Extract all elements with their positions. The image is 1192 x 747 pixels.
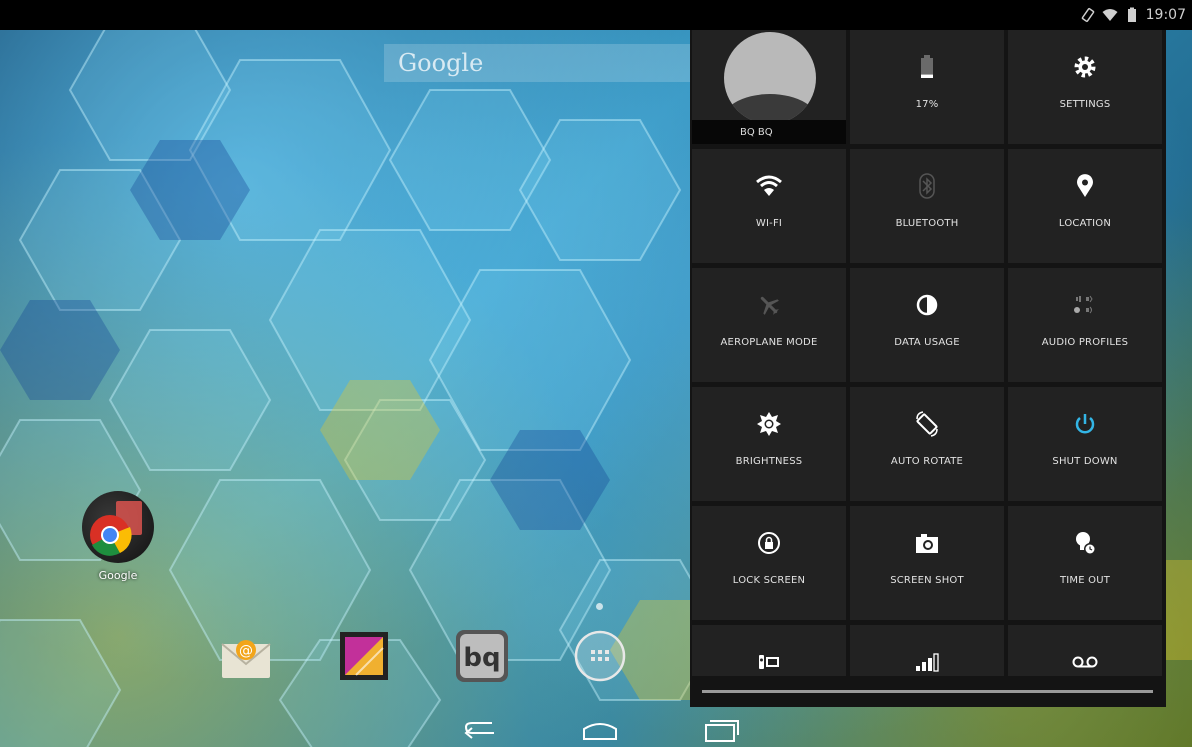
brightness-tile[interactable]: BRIGHTNESS <box>692 387 846 501</box>
wifi-tile[interactable]: WI-FI <box>692 149 846 263</box>
audio-profiles-label: AUDIO PROFILES <box>1041 337 1129 348</box>
all-apps-icon <box>574 630 626 682</box>
user-tile[interactable]: BQ BQ <box>692 30 846 144</box>
user-avatar <box>724 32 816 124</box>
status-bar: 19:07 <box>0 0 1192 30</box>
chrome-icon <box>90 501 142 556</box>
aeroplane-mode-tile[interactable]: AEROPLANE MODE <box>692 268 846 382</box>
wifi-icon <box>1102 7 1118 23</box>
quick-settings-panel: BQ BQ 17% SETTINGS WI-FI BLUETOOTH LOCAT… <box>690 30 1166 707</box>
data-usage-tile[interactable]: DATA USAGE <box>850 268 1004 382</box>
bluetooth-label: BLUETOOTH <box>895 218 959 229</box>
data-usage-icon <box>914 292 940 318</box>
quick-settings-drag-handle[interactable] <box>702 690 1153 693</box>
time-out-tile[interactable]: TIME OUT <box>1008 506 1162 620</box>
airplane-icon <box>756 292 782 318</box>
audio-profiles-tile[interactable]: AUDIO PROFILES <box>1008 268 1162 382</box>
svg-text:bq: bq <box>463 643 500 673</box>
battery-icon <box>1124 7 1140 23</box>
battery-tile[interactable]: 17% <box>850 30 1004 144</box>
bq-icon: bq <box>456 630 508 682</box>
battery-status-icon <box>914 54 940 80</box>
screen-shot-label: SCREEN SHOT <box>890 575 964 586</box>
gallery-app[interactable] <box>336 628 392 684</box>
google-search-bar[interactable]: Google <box>384 44 694 82</box>
gear-icon <box>1072 54 1098 80</box>
screen-shot-tile[interactable]: SCREEN SHOT <box>850 506 1004 620</box>
battery-label: 17% <box>915 99 939 110</box>
flashlight-screen-icon <box>756 649 782 675</box>
status-time: 19:07 <box>1145 7 1186 23</box>
user-name-strip: BQ BQ <box>692 120 846 144</box>
recents-button[interactable] <box>702 715 742 743</box>
auto-rotate-label: AUTO ROTATE <box>890 456 964 467</box>
aeroplane-mode-label: AEROPLANE MODE <box>720 337 818 348</box>
auto-rotate-tile[interactable]: AUTO ROTATE <box>850 387 1004 501</box>
shut-down-tile[interactable]: SHUT DOWN <box>1008 387 1162 501</box>
shut-down-label: SHUT DOWN <box>1052 456 1118 467</box>
data-usage-label: DATA USAGE <box>894 337 960 348</box>
bluetooth-icon <box>914 173 940 199</box>
timeout-bulb-icon <box>1072 530 1098 556</box>
wifi-tile-icon <box>756 173 782 199</box>
back-icon <box>464 722 494 739</box>
google-search-label: Google <box>398 49 484 77</box>
svg-text:@: @ <box>239 643 253 659</box>
voicemail-icon <box>1072 649 1098 675</box>
power-icon <box>1072 411 1098 437</box>
gallery-icon <box>340 632 388 680</box>
location-tile[interactable]: LOCATION <box>1008 149 1162 263</box>
back-button[interactable] <box>462 715 502 743</box>
email-icon: @ <box>221 640 271 678</box>
audio-profiles-icon <box>1072 292 1098 318</box>
time-out-label: TIME OUT <box>1059 575 1111 586</box>
bq-app[interactable]: bq <box>454 628 510 684</box>
rotation-lock-icon <box>1080 7 1096 23</box>
lock-screen-tile[interactable]: LOCK SCREEN <box>692 506 846 620</box>
recents-icon <box>705 720 739 742</box>
location-pin-icon <box>1072 173 1098 199</box>
home-button[interactable] <box>580 715 620 743</box>
brightness-label: BRIGHTNESS <box>735 456 803 467</box>
email-app[interactable]: @ <box>218 630 274 686</box>
lock-screen-label: LOCK SCREEN <box>732 575 806 586</box>
home-icon <box>583 723 617 740</box>
all-apps-button[interactable] <box>572 628 628 684</box>
google-folder[interactable]: Google <box>78 491 158 591</box>
brightness-icon <box>756 411 782 437</box>
lock-icon <box>756 530 782 556</box>
user-name: BQ BQ <box>740 126 773 138</box>
settings-label: SETTINGS <box>1059 99 1111 110</box>
location-label: LOCATION <box>1058 218 1112 229</box>
signal-bars-icon <box>914 649 940 675</box>
settings-tile[interactable]: SETTINGS <box>1008 30 1162 144</box>
wifi-label: WI-FI <box>755 218 783 229</box>
page-indicator-dot <box>596 603 603 610</box>
auto-rotate-icon <box>914 411 940 437</box>
bluetooth-tile[interactable]: BLUETOOTH <box>850 149 1004 263</box>
folder-circle <box>82 491 154 563</box>
google-folder-label: Google <box>98 569 138 582</box>
camera-icon <box>914 530 940 556</box>
